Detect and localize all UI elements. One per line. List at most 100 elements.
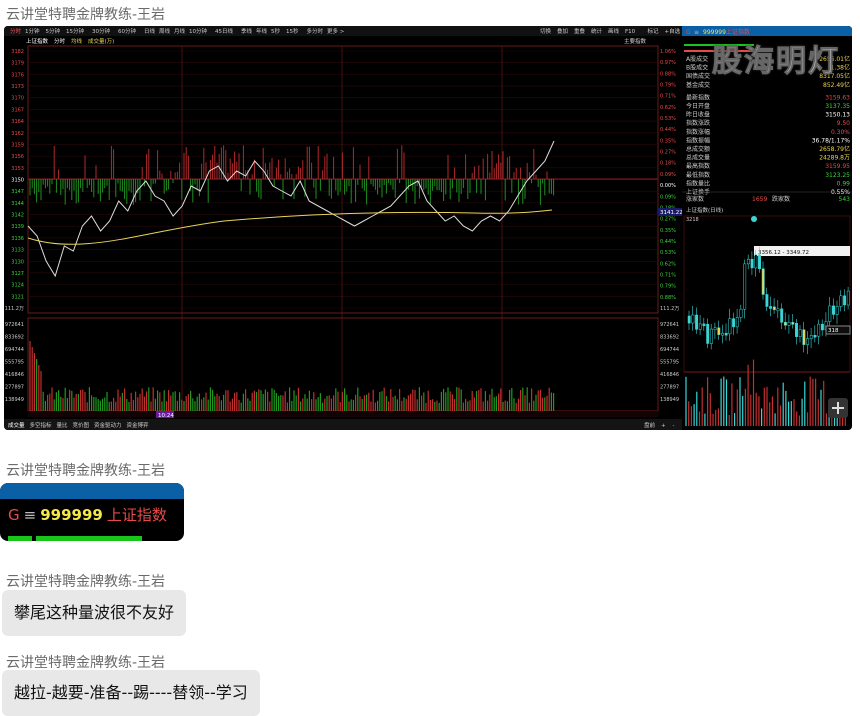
volume-axis-label: 555795 bbox=[660, 360, 679, 366]
period-tab: 月线 bbox=[174, 27, 186, 35]
quote-row-value: 9.50 bbox=[837, 120, 851, 127]
main-index-label: 主要指数 bbox=[624, 37, 647, 45]
bottom-right-control: - bbox=[673, 423, 675, 429]
volume-axis-label: 972641 bbox=[660, 322, 679, 328]
right-axis-label: 0.18% bbox=[660, 161, 676, 167]
quote-row-label: B股成交 bbox=[686, 64, 708, 72]
mini-candle-body bbox=[783, 322, 787, 326]
right-menu-item: 标记 bbox=[648, 27, 660, 35]
right-axis-label: 0.62% bbox=[660, 105, 676, 111]
right-axis-label: 0.35% bbox=[660, 228, 676, 234]
quote-row-value: 0.30% bbox=[831, 129, 850, 136]
quote-row-label: 指数量比 bbox=[686, 179, 710, 187]
right-axis-label: 0.97% bbox=[660, 60, 676, 66]
quote-row-label: A股成交 bbox=[686, 55, 708, 63]
bottom-tab: 成交量 bbox=[8, 421, 25, 429]
left-axis-label: 3139 bbox=[11, 224, 24, 230]
sender-name: 云讲堂特聘金牌教练-王岩 bbox=[6, 574, 166, 590]
stock-card-header bbox=[0, 483, 184, 499]
quote-row-label: 指数涨幅 bbox=[686, 128, 710, 136]
chart-header-item: 上证指数 bbox=[26, 37, 49, 45]
period-tab: 更多 > bbox=[327, 27, 345, 35]
mini-candle-body bbox=[839, 295, 843, 307]
sender-name: 云讲堂特聘金牌教练-王岩 bbox=[6, 655, 166, 671]
mini-candle-body bbox=[713, 327, 717, 331]
up-count-value: 1659 bbox=[752, 196, 767, 203]
mini-candle-body bbox=[735, 317, 739, 328]
left-axis-label: 111.2万 bbox=[5, 306, 24, 312]
right-axis-label: 0.00% bbox=[660, 183, 676, 189]
left-axis-label: 3127 bbox=[11, 271, 24, 277]
menu-icon: ≡ bbox=[694, 29, 699, 36]
mini-candle-body bbox=[695, 314, 699, 330]
left-axis-label: 3159 bbox=[11, 142, 24, 148]
mini-candle-body bbox=[832, 305, 835, 315]
volume-axis-label: 138949 bbox=[5, 397, 24, 403]
watermark-logo: 股海明灯 bbox=[712, 44, 840, 80]
bottom-tab: 量比 bbox=[57, 421, 69, 429]
volume-axis-label: 694744 bbox=[5, 347, 24, 353]
mini-candle-body bbox=[787, 322, 791, 326]
right-axis-label: 0.35% bbox=[660, 138, 676, 144]
message-bubble[interactable]: 越拉-越要-准备--踢----替领--学习 bbox=[2, 670, 260, 716]
left-axis-label: 3136 bbox=[11, 236, 24, 242]
quote-row-label: 指数涨跌 bbox=[686, 119, 710, 127]
bottom-tab: 多空指标 bbox=[30, 421, 53, 429]
down-count-value: 543 bbox=[839, 196, 851, 203]
mini-candle-body bbox=[828, 305, 832, 322]
mini-candle-body bbox=[706, 323, 710, 344]
left-axis-label: 3124 bbox=[11, 283, 24, 289]
mini-candle-body bbox=[702, 323, 706, 327]
mini-candle-body bbox=[721, 332, 724, 336]
mini-candle-body bbox=[820, 323, 824, 331]
mini-candle-body bbox=[709, 328, 713, 344]
right-axis-label: 0.79% bbox=[660, 83, 676, 89]
volume-axis-label: 416846 bbox=[660, 372, 679, 378]
volume-axis-label: 416846 bbox=[5, 372, 24, 378]
mini-candle-body bbox=[761, 268, 765, 295]
stock-card[interactable]: G ≡ 999999 上证指数 bbox=[0, 483, 184, 541]
volume-axis-label: 555795 bbox=[5, 360, 24, 366]
quote-row-value: 3159.95 bbox=[825, 163, 850, 170]
trading-terminal-screenshot[interactable]: 分时 1分钟 5分钟 15分钟 30分钟 60分钟 日线 周线 月线 10分钟 45日线 季线 年线 5秒… bbox=[4, 26, 852, 430]
right-menu-item: 切换 bbox=[540, 27, 552, 35]
chart-header-item: 分时 bbox=[54, 37, 66, 45]
volume-axis-label: 833692 bbox=[660, 335, 679, 341]
period-tab: 日线 bbox=[144, 27, 156, 35]
stock-card-g: G bbox=[8, 506, 20, 524]
bottom-tab: 资金驱动力 bbox=[94, 421, 122, 429]
down-count-label: 跌家数 bbox=[772, 195, 790, 203]
mini-candle-body bbox=[732, 318, 736, 328]
period-tab: 5秒 bbox=[271, 27, 280, 35]
period-tab: 15秒 bbox=[286, 27, 299, 35]
right-axis-label: 0.44% bbox=[660, 239, 676, 245]
mini-range-label: 3356.12 - 3349.72 bbox=[758, 250, 809, 256]
mini-candle-body bbox=[743, 263, 747, 310]
stock-code: 999999 bbox=[40, 506, 103, 524]
card-volume-bar bbox=[36, 536, 142, 541]
period-tab: 季线 bbox=[241, 27, 253, 35]
mini-candle-body bbox=[691, 314, 695, 324]
mini-candle-body bbox=[843, 295, 847, 306]
terminal-canvas: 分时 1分钟 5分钟 15分钟 30分钟 60分钟 日线 周线 月线 10分钟 45日线 季线 年线 5秒… bbox=[4, 26, 852, 430]
left-axis-label: 3164 bbox=[11, 119, 24, 125]
bottom-tab: 资金博弈 bbox=[127, 421, 150, 429]
left-axis-label: 3182 bbox=[11, 49, 24, 55]
left-axis-label: 3150 bbox=[11, 178, 24, 184]
mini-candle-body bbox=[746, 258, 750, 265]
quote-row-label: 总成交额 bbox=[686, 145, 710, 153]
bottom-tab: 竞价图 bbox=[73, 421, 90, 429]
period-tab: 5分钟 bbox=[46, 27, 61, 35]
quote-row-label: 今日开盘 bbox=[686, 102, 710, 110]
quote-row-value: 0.99 bbox=[837, 180, 851, 187]
stock-card-row: G ≡ 999999 上证指数 bbox=[8, 504, 167, 525]
right-axis-label: 0.09% bbox=[660, 172, 676, 178]
volume-axis-label: 277897 bbox=[660, 385, 679, 391]
quote-row-value: 3159.63 bbox=[825, 94, 850, 101]
period-tab: 分时 bbox=[10, 27, 22, 35]
period-tab: 60分钟 bbox=[118, 27, 136, 35]
left-axis-label: 3144 bbox=[11, 201, 24, 207]
message-bubble[interactable]: 攀尾这种量波很不友好 bbox=[2, 590, 187, 636]
left-axis-label: 3162 bbox=[11, 131, 24, 137]
quote-row-value: 0.55% bbox=[831, 189, 850, 196]
